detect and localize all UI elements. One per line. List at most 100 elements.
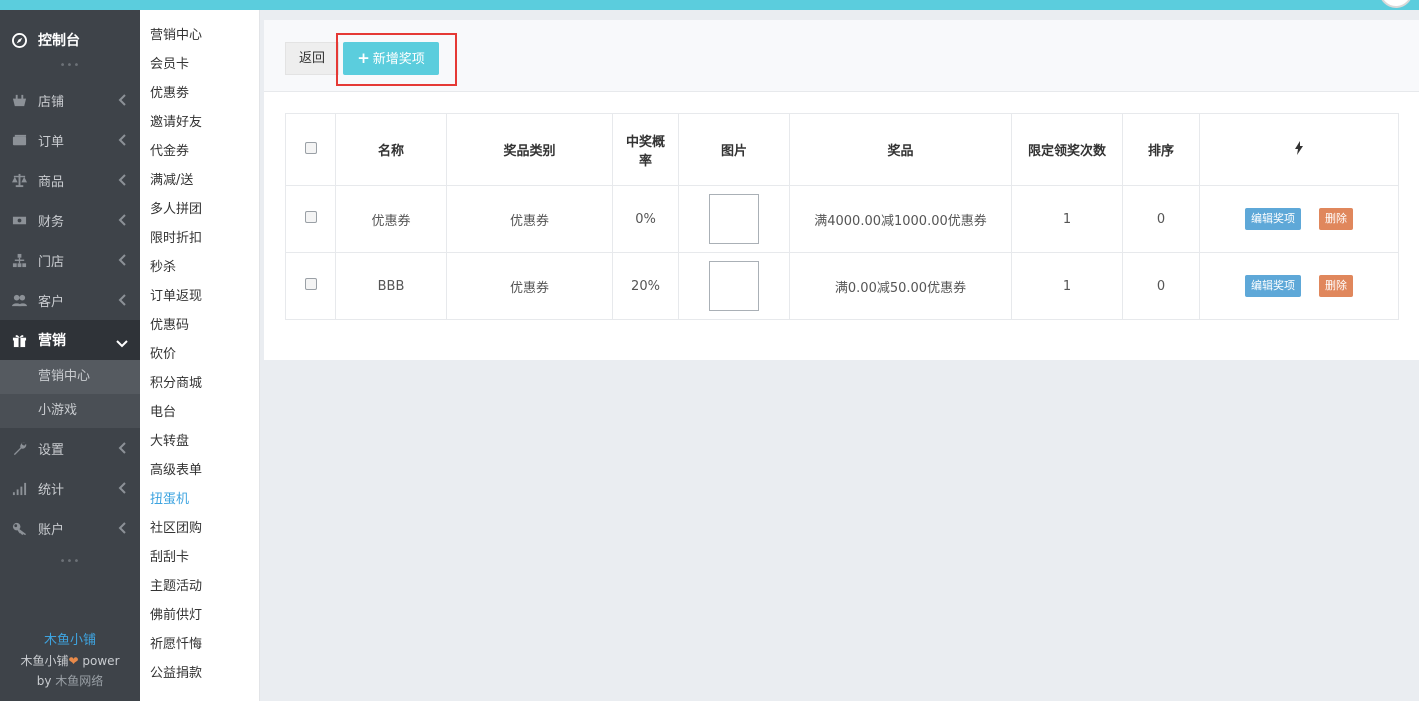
row-checkbox[interactable] bbox=[304, 278, 317, 290]
delete-button[interactable]: 删除 bbox=[1319, 275, 1353, 297]
subnav-item[interactable]: 营销中心 bbox=[140, 25, 259, 54]
subnav-item[interactable]: 订单返现 bbox=[140, 286, 259, 315]
cell-name: 优惠券 bbox=[335, 185, 447, 253]
cell-category: 优惠券 bbox=[446, 185, 613, 253]
column-header-image: 图片 bbox=[678, 113, 790, 186]
column-header-prize: 奖品 bbox=[789, 113, 1012, 186]
nav-item-stats[interactable]: 统计 bbox=[0, 468, 140, 508]
subnav-item[interactable]: 祈愿忏悔 bbox=[140, 634, 259, 663]
submenu-item-mini-games[interactable]: 小游戏 bbox=[0, 394, 140, 428]
cell-image bbox=[678, 252, 790, 320]
nav-item-shop[interactable]: 店铺 bbox=[0, 80, 140, 120]
subnav-item[interactable]: 高级表单 bbox=[140, 460, 259, 489]
chevron-left-icon bbox=[118, 254, 126, 266]
row-select-cell bbox=[285, 252, 336, 320]
basket-icon bbox=[10, 91, 28, 109]
chevron-down-icon bbox=[116, 336, 128, 348]
sidebar: 控制台 ••• 店铺 订单 商品 财务 门店 客户 营销 营销中心 小游戏 设置… bbox=[0, 10, 140, 701]
nav-item-customers[interactable]: 客户 bbox=[0, 280, 140, 320]
subnav-item[interactable]: 主题活动 bbox=[140, 576, 259, 605]
divider-dots: ••• bbox=[59, 60, 81, 71]
nav-label: 控制台 bbox=[38, 33, 80, 49]
select-all-cell bbox=[285, 113, 336, 186]
nav-item-marketing[interactable]: 营销 bbox=[0, 320, 140, 360]
subnav-item[interactable]: 满减/送 bbox=[140, 170, 259, 199]
nav-item-dashboard[interactable]: 控制台 bbox=[0, 20, 140, 60]
nav-label: 设置 bbox=[38, 442, 65, 458]
cell-probability: 20% bbox=[612, 252, 679, 320]
cell-limit: 1 bbox=[1011, 185, 1123, 253]
subnav-item[interactable]: 代金券 bbox=[140, 141, 259, 170]
edit-prize-button[interactable]: 编辑奖项 bbox=[1245, 208, 1301, 230]
subnav-item[interactable]: 积分商城 bbox=[140, 373, 259, 402]
lightning-icon bbox=[1294, 140, 1304, 159]
marketing-subnav: 营销中心 会员卡 优惠劵 邀请好友 代金券 满减/送 多人拼团 限时折扣 秒杀 订单返现 优惠码 砍价… bbox=[140, 10, 260, 701]
subnav-item[interactable]: 社区团购 bbox=[140, 518, 259, 547]
subnav-item[interactable]: 优惠劵 bbox=[140, 83, 259, 112]
subnav-item[interactable]: 会员卡 bbox=[140, 54, 259, 83]
subnav-item[interactable]: 扭蛋机 bbox=[140, 489, 259, 518]
dashboard-icon bbox=[10, 31, 28, 49]
chevron-left-icon bbox=[118, 522, 126, 534]
nav-item-finance[interactable]: 财务 bbox=[0, 200, 140, 240]
subnav-item[interactable]: 秒杀 bbox=[140, 257, 259, 286]
heart-icon: ❤ bbox=[68, 654, 79, 668]
footer-power-word: power bbox=[82, 654, 120, 668]
avatar[interactable] bbox=[1379, 0, 1413, 8]
subnav-item[interactable]: 优惠码 bbox=[140, 315, 259, 344]
chevron-left-icon bbox=[118, 174, 126, 186]
subnav-item[interactable]: 刮刮卡 bbox=[140, 547, 259, 576]
chevron-left-icon bbox=[118, 442, 126, 454]
nav-item-goods[interactable]: 商品 bbox=[0, 160, 140, 200]
chevron-left-icon bbox=[118, 294, 126, 306]
nav-label: 商品 bbox=[38, 174, 65, 190]
divider-dots: ••• bbox=[59, 556, 81, 567]
prize-image bbox=[709, 194, 759, 244]
cell-actions: 编辑奖项 删除 bbox=[1199, 252, 1399, 320]
submenu-item-marketing-center[interactable]: 营销中心 bbox=[0, 360, 140, 394]
cell-actions: 编辑奖项 删除 bbox=[1199, 185, 1399, 253]
table-row: BBB 优惠券 20% 满0.00减50.00优惠券 1 0 编辑奖项 删除 bbox=[285, 252, 1399, 320]
wrench-icon bbox=[10, 439, 28, 457]
nav-item-orders[interactable]: 订单 bbox=[0, 120, 140, 160]
subnav-item[interactable]: 电台 bbox=[140, 402, 259, 431]
back-button[interactable]: 返回 bbox=[285, 42, 339, 75]
nav-item-settings[interactable]: 设置 bbox=[0, 428, 140, 468]
subnav-item[interactable]: 邀请好友 bbox=[140, 112, 259, 141]
nav-item-account[interactable]: 账户 bbox=[0, 508, 140, 548]
scale-icon bbox=[10, 171, 28, 189]
column-header-category: 奖品类别 bbox=[446, 113, 613, 186]
edit-prize-button[interactable]: 编辑奖项 bbox=[1245, 275, 1301, 297]
subnav-item[interactable]: 佛前供灯 bbox=[140, 605, 259, 634]
chevron-left-icon bbox=[118, 214, 126, 226]
subnav-item[interactable]: 公益捐款 bbox=[140, 663, 259, 692]
top-bar bbox=[0, 0, 1419, 10]
nav-label: 客户 bbox=[38, 294, 65, 310]
subnav-item[interactable]: 多人拼团 bbox=[140, 199, 259, 228]
key-icon bbox=[10, 519, 28, 537]
delete-button[interactable]: 删除 bbox=[1319, 208, 1353, 230]
main-panel: 返回 + 新增奖项 名称 奖品类别 中奖概率 图片 奖品 限定领奖次数 排序 优惠… bbox=[264, 20, 1419, 360]
nav-label: 营销 bbox=[38, 333, 66, 349]
footer-brand[interactable]: 木鱼小铺 bbox=[0, 631, 140, 651]
cell-category: 优惠券 bbox=[446, 252, 613, 320]
select-all-checkbox[interactable] bbox=[304, 141, 317, 154]
chevron-left-icon bbox=[118, 94, 126, 106]
toolbar: 返回 + 新增奖项 bbox=[264, 20, 1419, 92]
column-header-sort: 排序 bbox=[1122, 113, 1200, 186]
users-icon bbox=[10, 291, 28, 309]
prize-table: 名称 奖品类别 中奖概率 图片 奖品 限定领奖次数 排序 优惠券 优惠券 0% 满40… bbox=[285, 113, 1399, 320]
subnav-item[interactable]: 限时折扣 bbox=[140, 228, 259, 257]
footer-by-name[interactable]: 木鱼网络 bbox=[55, 674, 103, 688]
cell-sort: 0 bbox=[1122, 185, 1200, 253]
cell-probability: 0% bbox=[612, 185, 679, 253]
footer-power: 木鱼小铺❤ power bbox=[0, 651, 140, 671]
marketing-submenu: 营销中心 小游戏 bbox=[0, 360, 140, 428]
column-header-name: 名称 bbox=[335, 113, 447, 186]
subnav-item[interactable]: 大转盘 bbox=[140, 431, 259, 460]
row-checkbox[interactable] bbox=[304, 211, 317, 223]
cell-name: BBB bbox=[335, 252, 447, 320]
sitemap-icon bbox=[10, 251, 28, 269]
nav-item-stores[interactable]: 门店 bbox=[0, 240, 140, 280]
subnav-item[interactable]: 砍价 bbox=[140, 344, 259, 373]
